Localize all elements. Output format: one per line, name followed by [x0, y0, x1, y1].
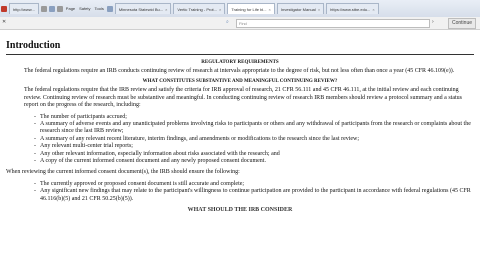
- home-icon[interactable]: [40, 5, 47, 12]
- menu-tools[interactable]: Tools: [94, 6, 103, 11]
- close-find-icon[interactable]: ✕: [2, 19, 6, 26]
- tab-3[interactable]: Vertic Training - Prot... ×: [173, 3, 226, 14]
- tab-1[interactable]: http://www...: [9, 3, 39, 14]
- paragraph-2: The federal regulations require that the…: [24, 87, 462, 109]
- find-bar: ✕ ⌕ Find › Continue: [0, 17, 480, 30]
- close-tab-icon[interactable]: ×: [219, 7, 221, 12]
- tab-label: Investigator Manual: [280, 6, 316, 12]
- list-item: A summary of adverse events and any unan…: [34, 121, 474, 136]
- section-heading-regulatory: REGULATORY REQUIREMENTS: [201, 60, 279, 65]
- close-tab-icon[interactable]: ×: [269, 7, 271, 12]
- tab-6[interactable]: https://www.stbe.edu... ×: [326, 3, 379, 14]
- page-content: Introduction REGULATORY REQUIREMENTS The…: [6, 36, 474, 213]
- tab-2[interactable]: Minnesota Statewid Bu... ×: [114, 3, 172, 14]
- list-item: Any other relevant information, especial…: [34, 151, 474, 159]
- list-item: Any significant new findings that may re…: [34, 188, 474, 203]
- tab-label: Training for Life bl...: [231, 6, 267, 12]
- list-item: Any relevant multi-center trial reports;: [34, 143, 474, 151]
- title-divider: [6, 54, 474, 55]
- browser-toolbar: http://www... Page Safety Tools Minnesot…: [0, 0, 480, 18]
- list-item: A copy of the current informed consent d…: [34, 158, 474, 166]
- tab-label: http://www...: [13, 6, 35, 12]
- paragraph-3: When reviewing the current informed cons…: [6, 169, 240, 176]
- cut-off-heading: WHAT SHOULD THE IRB CONSIDER: [187, 207, 293, 214]
- find-icon: ⌕: [226, 19, 229, 25]
- tab-4[interactable]: Training for Life bl... ×: [227, 3, 275, 14]
- find-next-button[interactable]: ›: [432, 19, 434, 26]
- menu-page[interactable]: Page: [66, 6, 75, 11]
- consent-items-list: The currently approved or proposed conse…: [6, 181, 474, 203]
- tab-5[interactable]: Investigator Manual ×: [276, 3, 325, 14]
- list-item: The number of participants accrued;: [34, 114, 474, 122]
- continue-button[interactable]: Continue: [448, 18, 476, 29]
- close-tab-icon[interactable]: ×: [165, 7, 167, 12]
- favorites-star-icon[interactable]: [1, 5, 7, 12]
- review-items-list: The number of participants accrued; A su…: [6, 114, 474, 166]
- page-title: Introduction: [6, 40, 61, 51]
- close-tab-icon[interactable]: ×: [372, 7, 374, 12]
- section-heading-substantive: WHAT CONSTITUTES SUBSTANTIVE AND MEANING…: [142, 79, 338, 85]
- tab-label: Minnesota Statewid Bu...: [118, 6, 164, 12]
- print-icon[interactable]: [56, 5, 63, 12]
- close-tab-icon[interactable]: ×: [318, 7, 320, 12]
- tab-label: Vertic Training - Prot...: [177, 6, 217, 12]
- find-input[interactable]: Find: [236, 19, 430, 28]
- help-icon[interactable]: [106, 5, 113, 12]
- feeds-icon[interactable]: [48, 5, 55, 12]
- paragraph-1: The federal regulations require an IRB c…: [24, 68, 455, 74]
- list-item: A summary of any relevant recent literat…: [34, 136, 474, 144]
- tab-label: https://www.stbe.edu...: [330, 6, 371, 12]
- menu-safety[interactable]: Safety: [79, 6, 90, 11]
